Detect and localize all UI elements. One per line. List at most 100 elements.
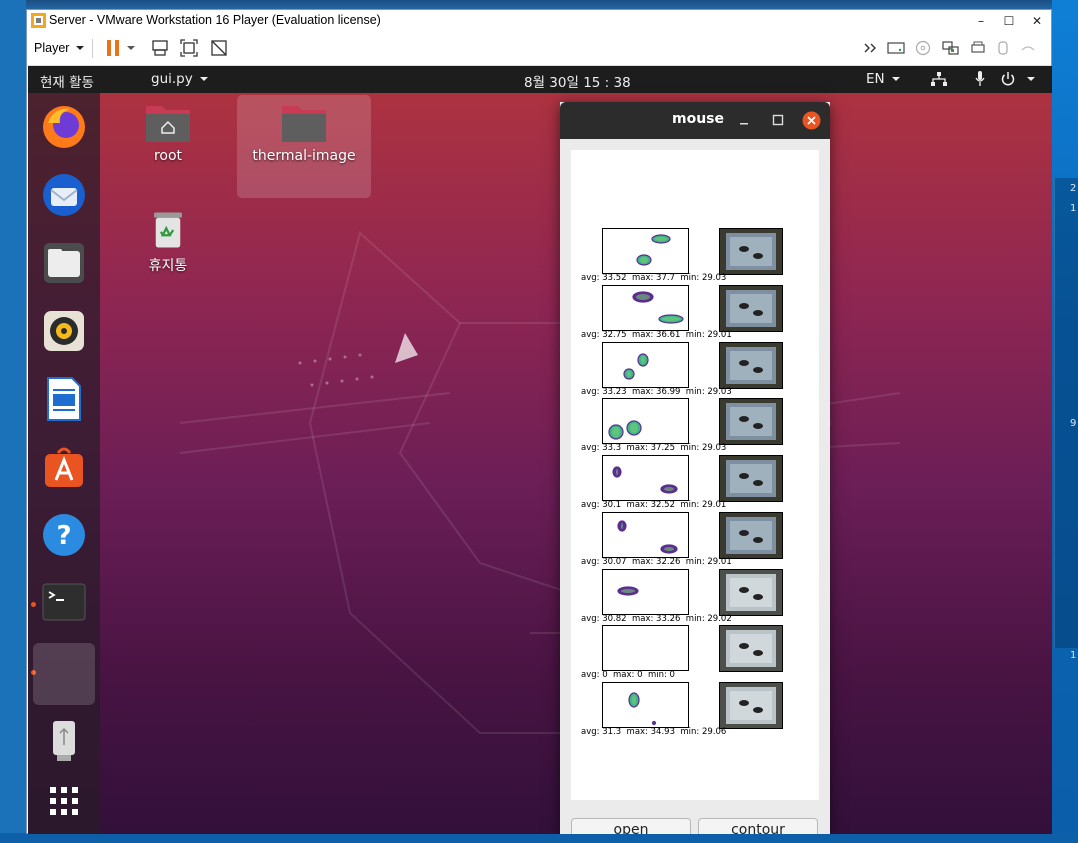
thermal-plot xyxy=(602,455,689,501)
thermal-plot xyxy=(602,512,689,558)
pause-button[interactable] xyxy=(105,38,137,58)
close-button[interactable]: ✕ xyxy=(1023,10,1051,32)
chevron-down-icon xyxy=(199,77,208,81)
sound-card-button[interactable] xyxy=(1020,38,1036,58)
rhythmbox-icon xyxy=(44,311,84,351)
stat-avg: avg: 0 xyxy=(581,670,608,680)
power-icon[interactable] xyxy=(1000,71,1016,87)
minimize-icon[interactable] xyxy=(738,115,750,127)
desktop-icon-label: thermal-image xyxy=(252,148,356,164)
activities-button[interactable]: 현재 활동 xyxy=(40,71,94,91)
usb-drive-icon xyxy=(53,721,75,761)
thermal-plot xyxy=(602,569,689,615)
temperature-stats: avg: 30.82 max: 33.26 min: 29.02 xyxy=(581,614,732,624)
stat-avg: avg: 32.75 xyxy=(581,330,627,340)
stat-min: min: 29.06 xyxy=(674,727,727,737)
stat-avg: avg: 33.52 xyxy=(581,273,627,283)
stat-min-value: 29.01 xyxy=(707,557,732,567)
network-adapter-icon xyxy=(942,41,959,55)
writer-icon xyxy=(47,377,81,421)
language-button[interactable]: EN xyxy=(866,71,902,87)
software-icon xyxy=(45,447,83,487)
stat-avg: avg: 33.23 xyxy=(581,387,627,397)
result-row: avg: 31.3 max: 34.93 min: 29.06 xyxy=(571,682,819,738)
vmware-window: Server - VMware Workstation 16 Player (E… xyxy=(26,9,1052,834)
desktop-icon-trash[interactable]: 휴지통 xyxy=(108,209,228,275)
player-menu-button[interactable]: Player xyxy=(34,38,86,58)
stat-max-value: 37.25 xyxy=(650,443,675,453)
app-menu-button[interactable]: gui.py xyxy=(151,71,210,87)
stat-min: min: 29.01 xyxy=(674,500,727,510)
hard-disk-button[interactable] xyxy=(887,38,905,58)
stat-avg: avg: 33.3 xyxy=(581,443,622,453)
gnome-top-bar: 현재 활동 gui.py 8월 30일 15 : 38 EN xyxy=(28,66,1052,93)
usb-drive-launcher[interactable] xyxy=(36,713,92,769)
usb-icon xyxy=(998,41,1008,55)
stat-max: max: 34.93 xyxy=(621,727,675,737)
desktop-icon-thermal-image[interactable]: thermal-image xyxy=(237,95,371,198)
microphone-icon[interactable] xyxy=(975,71,985,87)
stat-max: max: 37.25 xyxy=(621,443,675,453)
stat-avg-value: 30.1 xyxy=(602,500,622,510)
ubuntu-dock: ? xyxy=(28,93,100,834)
more-button[interactable] xyxy=(863,38,879,58)
stat-min: min: 29.03 xyxy=(674,273,727,283)
open-button[interactable]: open xyxy=(571,818,691,834)
chevron-down-icon[interactable] xyxy=(1025,74,1037,84)
firefox-launcher[interactable] xyxy=(36,99,92,155)
desktop-icon-root[interactable]: root xyxy=(108,102,228,164)
temperature-stats: avg: 30.1 max: 32.52 min: 29.01 xyxy=(581,500,726,510)
stat-min: min: 29.02 xyxy=(680,614,732,624)
terminal-launcher[interactable] xyxy=(36,575,92,631)
close-icon[interactable] xyxy=(802,111,821,130)
host-number: 9 xyxy=(1070,418,1077,429)
help-launcher[interactable]: ? xyxy=(36,507,92,563)
stat-min: min: 29.03 xyxy=(680,387,732,397)
send-ctrl-alt-del-button[interactable] xyxy=(151,38,169,58)
thermal-plot xyxy=(602,682,689,728)
python-app-launcher[interactable] xyxy=(33,643,95,705)
maximize-button[interactable]: ☐ xyxy=(995,10,1023,32)
camera-photo xyxy=(719,398,783,445)
stat-max-value: 34.93 xyxy=(650,727,675,737)
camera-photo xyxy=(719,285,783,332)
files-launcher[interactable] xyxy=(36,235,92,291)
camera-photo xyxy=(719,569,783,616)
host-desktop-right: 2 1 9 1 xyxy=(1052,0,1078,843)
result-row: avg: 33.23 max: 36.99 min: 29.03 xyxy=(571,342,819,398)
stat-avg-value: 33.52 xyxy=(602,273,627,283)
mouse-window-titlebar[interactable]: mouse xyxy=(560,102,830,139)
minimize-button[interactable]: – xyxy=(967,10,995,32)
chevron-down-icon xyxy=(891,77,900,81)
stat-max: max: 0 xyxy=(607,670,643,680)
printer-button[interactable] xyxy=(970,38,986,58)
camera-photo xyxy=(719,682,783,729)
stat-max-value: 33.26 xyxy=(656,614,681,624)
svg-text:?: ? xyxy=(56,521,71,551)
thunderbird-launcher[interactable] xyxy=(36,167,92,223)
network-icon[interactable] xyxy=(931,72,947,86)
clock[interactable]: 8월 30일 15 : 38 xyxy=(524,71,631,91)
stat-min: min: 29.01 xyxy=(680,330,732,340)
show-applications-button[interactable] xyxy=(36,773,92,829)
contour-button[interactable]: contour xyxy=(698,818,818,834)
usb-device-button[interactable] xyxy=(996,38,1010,58)
player-menu-label: Player xyxy=(34,41,70,55)
unity-mode-button[interactable] xyxy=(210,38,228,58)
firefox-icon xyxy=(43,106,85,148)
fit-guest-button[interactable] xyxy=(180,38,198,58)
camera-photo xyxy=(719,625,783,672)
result-row: avg: 30.82 max: 33.26 min: 29.02 xyxy=(571,569,819,625)
libreoffice-writer-launcher[interactable] xyxy=(36,371,92,427)
cd-drive-button[interactable] xyxy=(915,38,931,58)
vmware-app-icon xyxy=(31,13,46,28)
stat-max-value: 36.99 xyxy=(656,387,681,397)
rhythmbox-launcher[interactable] xyxy=(36,303,92,359)
ubuntu-software-launcher[interactable] xyxy=(36,439,92,495)
stat-min-value: 29.03 xyxy=(701,273,727,283)
language-label: EN xyxy=(866,71,885,87)
mouse-window-title: mouse xyxy=(672,111,725,127)
stat-max-value: 32.52 xyxy=(650,500,675,510)
maximize-icon[interactable] xyxy=(772,114,784,126)
network-adapter-button[interactable] xyxy=(942,38,960,58)
